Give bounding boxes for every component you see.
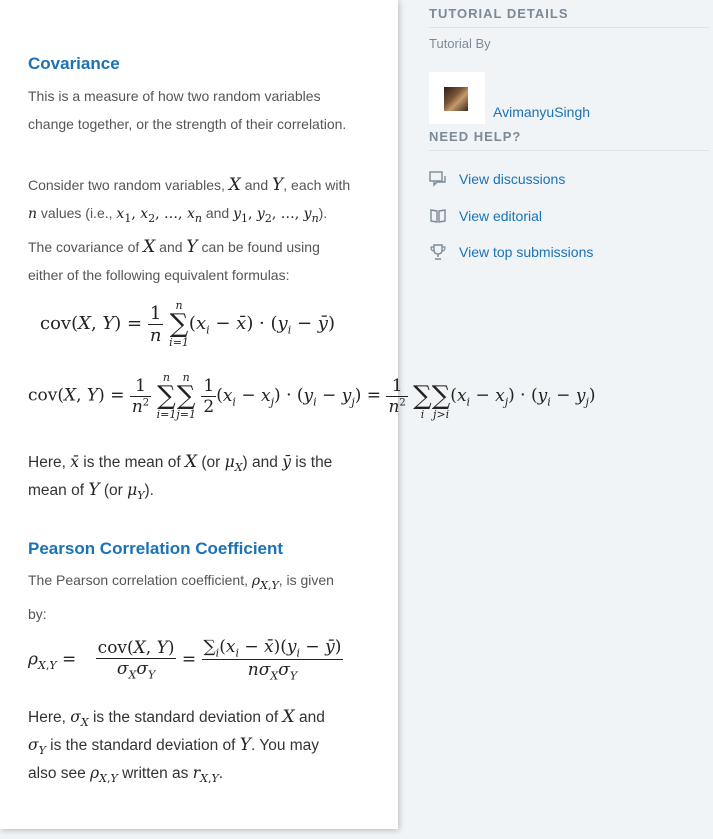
pearson-heading: Pearson Correlation Coefficient (28, 539, 284, 558)
tutorial-details-heading: TUTORIAL DETAILS (429, 6, 709, 28)
view-discussions-link[interactable]: View discussions (429, 170, 565, 188)
pearson-intro: The Pearson correlation coefficient, ρX,… (28, 572, 334, 622)
pearson-explanation: Here, σX is the standard deviation of X … (28, 707, 325, 786)
view-discussions-label[interactable]: View discussions (459, 171, 565, 187)
mean-explanation: Here, x̄ is the mean of X (or μX) and ȳ … (28, 452, 333, 503)
author-avatar-card[interactable] (429, 72, 485, 124)
need-help-heading: NEED HELP? (429, 129, 709, 151)
view-top-submissions-link[interactable]: View top submissions (429, 243, 593, 261)
covariance-heading: Covariance (28, 54, 120, 73)
view-editorial-label[interactable]: View editorial (459, 208, 542, 224)
book-icon (430, 209, 446, 223)
avatar[interactable] (444, 87, 468, 111)
covariance-formula-2: cov(X, Y) = 1 n2 n ∑ i=1 n ∑ j=1 1 2 (xi − xj) ·… (28, 371, 596, 421)
covariance-formula-1: cov(X, Y) = 1n n ∑ i=1 (xi − x̄) · (yi − ȳ) (40, 299, 335, 349)
pearson-formula: ρX,Y = cov(X, Y) σXσY = ∑i(xi − x̄)(yi − … (28, 637, 344, 683)
discussion-icon (429, 171, 446, 187)
covariance-intro: This is a measure of how two random vari… (28, 88, 347, 132)
covariance-explanation: Consider two random variables, X and Y, … (28, 175, 351, 283)
view-editorial-link[interactable]: View editorial (429, 207, 542, 225)
author-link[interactable]: AvimanyuSingh (493, 104, 590, 120)
tutorial-by-label: Tutorial By (429, 36, 491, 51)
view-top-submissions-label[interactable]: View top submissions (459, 244, 593, 260)
trophy-icon (430, 244, 446, 260)
